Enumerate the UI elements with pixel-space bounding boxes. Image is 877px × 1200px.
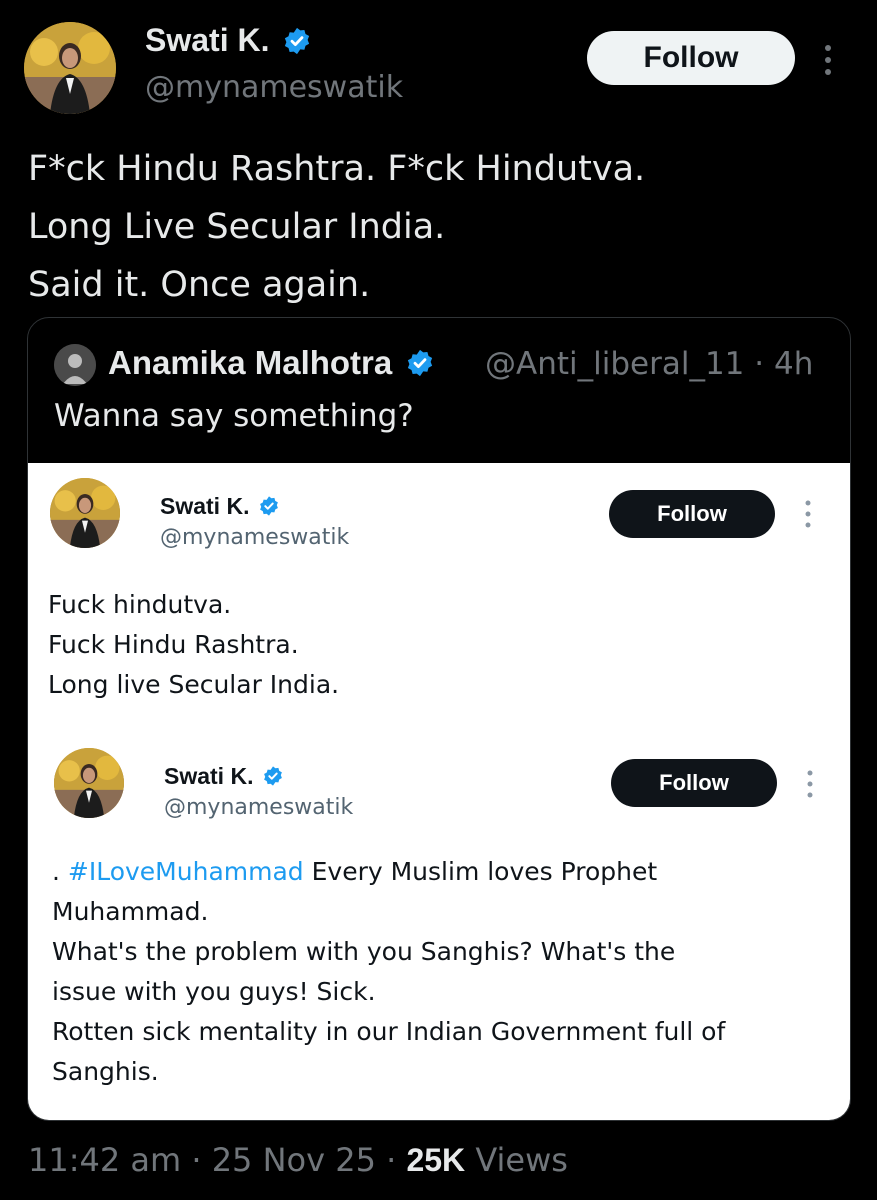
quoted-author-meta: @Anti_liberal_11 · 4h xyxy=(485,346,813,382)
verified-badge-icon xyxy=(285,27,310,54)
embedded-hashtag: #ILoveMuhammad xyxy=(67,857,304,886)
verified-badge-icon xyxy=(259,496,278,517)
more-options-icon[interactable] xyxy=(818,40,838,80)
embedded-line: Sanghis. xyxy=(52,1057,159,1086)
embedded-more-icon xyxy=(805,500,811,528)
verified-badge-icon xyxy=(263,766,282,787)
quoted-tweet-text: Wanna say something? xyxy=(54,398,414,434)
footer-separator: · xyxy=(375,1141,407,1179)
embedded-line: issue with you guys! Sick. xyxy=(52,977,376,1006)
embedded-line: Fuck hindutva. xyxy=(48,590,232,619)
embedded-more-icon xyxy=(807,770,813,798)
quoted-author-handle[interactable]: @Anti_liberal_11 xyxy=(485,346,744,382)
footer-separator: · xyxy=(181,1141,212,1179)
embedded-post-text: Fuck hindutva. Fuck Hindu Rashtra. Long … xyxy=(48,585,339,705)
tweet-line: F*ck Hindu Rashtra. F*ck Hindutva. xyxy=(28,149,646,189)
embedded-line: Muhammad. xyxy=(52,897,209,926)
embedded-line: . #ILoveMuhammad Every Muslim loves Prop… xyxy=(52,852,725,892)
views-count[interactable]: 25K xyxy=(406,1142,465,1178)
quoted-tweet-card[interactable]: Anamika Malhotra @Anti_liberal_11 · 4h W… xyxy=(27,317,851,1121)
verified-badge-icon xyxy=(408,350,433,377)
tweet-line: Said it. Once again. xyxy=(28,265,371,305)
tweet-footer: 11:42 am · 25 Nov 25 · 25K Views xyxy=(28,1141,568,1179)
author-name-row[interactable]: Swati K. xyxy=(145,22,312,59)
quoted-author-name[interactable]: Anamika Malhotra xyxy=(108,344,392,381)
follow-button[interactable]: Follow xyxy=(587,31,795,85)
embedded-avatar xyxy=(54,748,124,818)
author-handle[interactable]: @mynameswatik xyxy=(145,70,403,105)
embedded-name-row: Swati K. xyxy=(164,763,284,790)
embedded-follow-button: Follow xyxy=(611,759,777,807)
embedded-follow-button: Follow xyxy=(609,490,775,538)
tweet-text: F*ck Hindu Rashtra. F*ck Hindutva. Long … xyxy=(28,140,645,314)
embedded-line: Fuck Hindu Rashtra. xyxy=(48,630,299,659)
embedded-first-line-rest: Every Muslim loves Prophet xyxy=(303,857,658,886)
views-label: Views xyxy=(465,1141,568,1179)
embedded-avatar xyxy=(50,478,120,548)
embedded-author-name: Swati K. xyxy=(160,493,250,519)
author-name[interactable]: Swati K. xyxy=(145,22,269,58)
embedded-line: What's the problem with you Sanghis? Wha… xyxy=(52,937,676,966)
embedded-name-row: Swati K. xyxy=(160,493,280,520)
tweet-date[interactable]: 25 Nov 25 xyxy=(212,1141,376,1179)
embedded-author-name: Swati K. xyxy=(164,763,254,789)
quoted-author-avatar[interactable] xyxy=(54,344,96,386)
quoted-timestamp[interactable]: 4h xyxy=(774,346,813,382)
embedded-line: Long live Secular India. xyxy=(48,670,340,699)
author-avatar[interactable] xyxy=(24,22,116,114)
embedded-prefix: . xyxy=(52,857,68,886)
embedded-post-text: . #ILoveMuhammad Every Muslim loves Prop… xyxy=(52,852,725,1092)
tweet-time[interactable]: 11:42 am xyxy=(28,1141,181,1179)
embedded-line: Rotten sick mentality in our Indian Gove… xyxy=(52,1017,726,1046)
quoted-author-name-row[interactable]: Anamika Malhotra xyxy=(108,344,435,382)
meta-separator: · xyxy=(754,346,765,382)
embedded-author-handle: @mynameswatik xyxy=(160,525,350,550)
tweet-line: Long Live Secular India. xyxy=(28,207,446,247)
embedded-author-handle: @mynameswatik xyxy=(164,795,354,820)
quoted-media-image[interactable]: Swati K. @mynameswatik Follow Fuck hindu… xyxy=(28,463,850,1120)
